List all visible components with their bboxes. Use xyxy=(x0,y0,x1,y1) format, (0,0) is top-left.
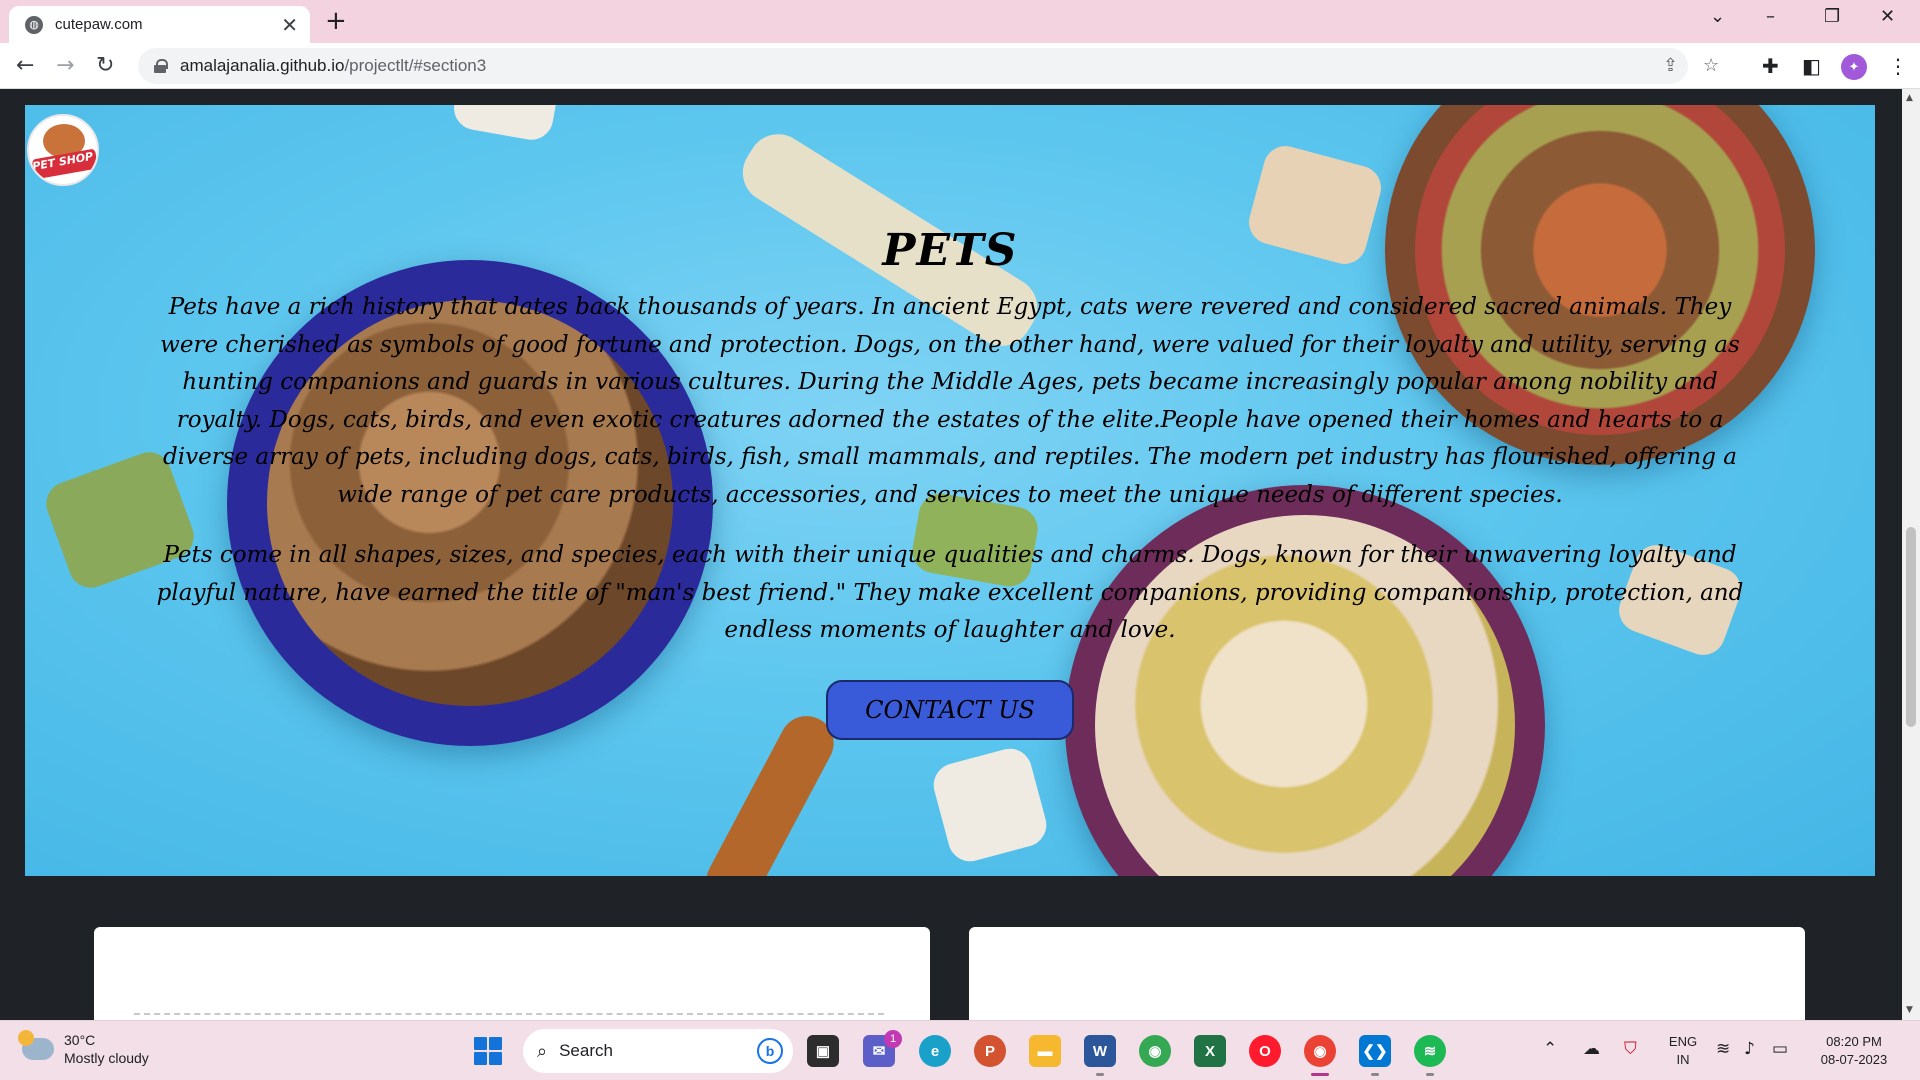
address-bar[interactable]: amalajanalia.github.io /projectlt/#secti… xyxy=(138,48,1719,84)
running-indicator xyxy=(1371,1073,1379,1076)
pet-shop-logo[interactable]: PET SHOP xyxy=(27,114,99,186)
extensions-puzzle-icon[interactable]: ✚ xyxy=(1762,52,1779,80)
menu-kebab-icon[interactable]: ⋮ xyxy=(1888,52,1908,80)
lock-icon xyxy=(154,59,168,73)
wifi-icon[interactable]: ≋ xyxy=(1716,1039,1730,1059)
restore-icon[interactable]: ❐ xyxy=(1824,6,1840,27)
windows-taskbar: 30°C Mostly cloudy ⌕ Search b ▣ ✉ 1 e P … xyxy=(0,1020,1920,1080)
treat-image xyxy=(928,743,1052,867)
edge-icon[interactable]: e xyxy=(919,1035,951,1067)
globe-icon: ◍ xyxy=(25,15,43,34)
chrome-profile-icon[interactable]: ◉ xyxy=(1304,1035,1336,1067)
chat-notification-badge: 1 xyxy=(884,1030,902,1048)
contact-us-button[interactable]: CONTACT US xyxy=(826,679,1074,740)
word-icon[interactable]: W xyxy=(1084,1035,1116,1067)
cloudy-weather-icon xyxy=(18,1030,54,1060)
page-viewport: PET SHOP PETS Pets have a rich history t… xyxy=(0,89,1902,1020)
language-indicator[interactable]: ENG IN xyxy=(1665,1033,1701,1069)
content-card xyxy=(94,927,930,1020)
tab-search-chevron-icon[interactable]: ⌄ xyxy=(1710,6,1725,27)
opera-icon[interactable]: O xyxy=(1249,1035,1281,1067)
url-path: /projectlt/#section3 xyxy=(344,56,487,75)
reload-icon[interactable]: ↻ xyxy=(96,52,114,80)
mcafee-shield-icon[interactable]: ⛉ xyxy=(1624,1039,1637,1059)
vscode-icon[interactable]: ❮❯ xyxy=(1359,1035,1391,1067)
running-indicator xyxy=(1426,1073,1434,1076)
clock[interactable]: 08:20 PM 08-07-2023 xyxy=(1812,1033,1896,1069)
card-image-edge xyxy=(134,1013,884,1019)
search-icon: ⌕ xyxy=(537,1040,548,1061)
profile-avatar[interactable]: ✦ xyxy=(1841,54,1867,80)
close-window-icon[interactable]: ✕ xyxy=(1880,6,1895,27)
scroll-down-arrow-icon[interactable]: ▼ xyxy=(1906,1005,1913,1015)
file-explorer-icon[interactable]: ▬ xyxy=(1029,1035,1061,1067)
bing-icon[interactable]: b xyxy=(757,1038,783,1064)
share-icon[interactable]: ⇪ xyxy=(1663,55,1678,76)
battery-icon[interactable]: ▭ xyxy=(1772,1039,1788,1059)
scroll-thumb[interactable] xyxy=(1906,527,1916,727)
task-view-icon[interactable]: ▣ xyxy=(807,1035,839,1067)
browser-tab-strip: ◍ cutepaw.com ✕ + ⌄ – ❐ ✕ xyxy=(0,0,1920,43)
pets-hero-section: PET SHOP PETS Pets have a rich history t… xyxy=(25,105,1875,876)
tab-title: cutepaw.com xyxy=(55,16,143,33)
back-arrow-icon[interactable]: ← xyxy=(16,52,34,80)
new-tab-button[interactable]: + xyxy=(325,6,347,36)
running-indicator xyxy=(1096,1073,1104,1076)
weather-widget[interactable]: 30°C Mostly cloudy xyxy=(18,1030,149,1067)
browser-tab[interactable]: ◍ cutepaw.com ✕ xyxy=(9,6,310,43)
language-code: ENG xyxy=(1668,1034,1698,1049)
browser-toolbar: ← → ↻ amalajanalia.github.io /projectlt/… xyxy=(0,43,1920,89)
powerpoint-icon[interactable]: P xyxy=(974,1035,1006,1067)
companions-paragraph: Pets come in all shapes, sizes, and spec… xyxy=(156,542,1744,643)
minimize-icon[interactable]: – xyxy=(1766,6,1775,27)
weather-temperature: 30°C xyxy=(64,1032,96,1048)
side-panel-icon[interactable]: ◧ xyxy=(1802,52,1821,80)
page-title: PETS xyxy=(882,225,1018,276)
bookmark-star-icon[interactable]: ☆ xyxy=(1703,55,1719,76)
forward-arrow-icon[interactable]: → xyxy=(56,52,74,80)
content-card xyxy=(969,927,1805,1020)
excel-icon[interactable]: X xyxy=(1194,1035,1226,1067)
taskbar-search[interactable]: ⌕ Search b xyxy=(523,1029,793,1073)
page-scrollbar[interactable]: ▲ ▼ xyxy=(1902,89,1920,1020)
url-host: amalajanalia.github.io xyxy=(180,56,345,75)
clock-time: 08:20 PM xyxy=(1826,1034,1882,1049)
chrome-icon[interactable]: ◉ xyxy=(1139,1035,1171,1067)
region-code: IN xyxy=(1676,1052,1690,1067)
hero-content: PETS Pets have a rich history that dates… xyxy=(145,105,1755,740)
weather-description: Mostly cloudy xyxy=(64,1050,149,1066)
spotify-icon[interactable]: ≋ xyxy=(1414,1035,1446,1067)
onedrive-cloud-icon[interactable]: ☁ xyxy=(1583,1039,1600,1059)
active-indicator xyxy=(1311,1073,1329,1076)
scroll-up-arrow-icon[interactable]: ▲ xyxy=(1906,93,1913,103)
search-label: Search xyxy=(559,1041,613,1060)
start-windows-icon[interactable] xyxy=(474,1037,502,1065)
volume-icon[interactable]: ♪ xyxy=(1744,1039,1755,1059)
close-tab-icon[interactable]: ✕ xyxy=(281,15,298,35)
show-hidden-icons-chevron-icon[interactable]: ⌃ xyxy=(1543,1039,1557,1059)
history-paragraph: Pets have a rich history that dates back… xyxy=(160,294,1740,508)
clock-date: 08-07-2023 xyxy=(1820,1052,1888,1067)
